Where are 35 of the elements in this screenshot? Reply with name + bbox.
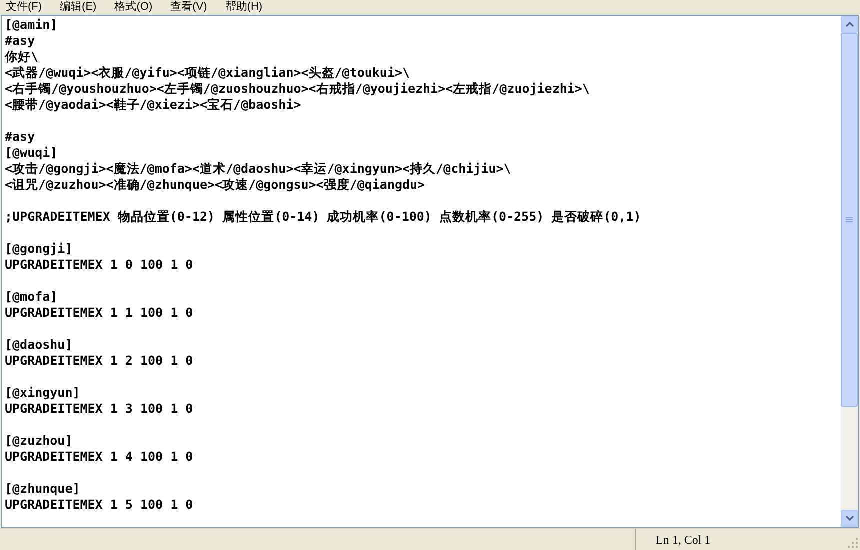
menu-item[interactable]: 帮助(H) [225, 1, 263, 14]
menu-item[interactable]: 查看(V) [170, 1, 208, 14]
text-line: ;UPGRADEITEMEX 物品位置(0-12) 属性位置(0-14) 成功机率(0-100) 点数机率(0-255) 是否破碎(0,1) [5, 209, 642, 225]
text-line: [@xingyun] [5, 385, 82, 401]
text-line: <诅咒/@zuzhou><准确/@zhunque><攻速/@gongsu><强度/@qiangdu> [5, 177, 426, 193]
text-line: [@wuqi] [5, 145, 59, 161]
text-line: #asy [5, 33, 36, 49]
text-line: 你好\ [5, 49, 40, 65]
vertical-scrollbar[interactable] [841, 16, 858, 527]
menu-item[interactable]: 格式(O) [114, 1, 153, 14]
text-line: <攻击/@gongji><魔法/@mofa><道术/@daoshu><幸运/@xingyun><持久/@chijiu>\ [5, 161, 512, 177]
menu-item[interactable]: 编辑(E) [60, 1, 97, 14]
cursor-position: Ln 1, Col 1 [656, 532, 711, 548]
scrollbar-thumb[interactable] [841, 33, 858, 407]
text-line: UPGRADEITEMEX 1 3 100 1 0 [5, 401, 194, 417]
text-line: UPGRADEITEMEX 1 2 100 1 0 [5, 353, 194, 369]
text-line: <右手镯/@youshouzhuo><左手镯/@zuoshouzhuo><右戒指/@youjiezhi><左戒指/@zuojiezhi>\ [5, 81, 591, 97]
text-line: [@zhunque] [5, 481, 82, 497]
scroll-down-button[interactable] [841, 510, 858, 527]
text-line: <腰带/@yaodai><鞋子/@xiezi><宝石/@baoshi> [5, 97, 302, 113]
text-line: [@amin] [5, 17, 59, 33]
text-line: UPGRADEITEMEX 1 0 100 1 0 [5, 257, 194, 273]
text-line: [@gongji] [5, 241, 74, 257]
text-line: UPGRADEITEMEX 1 1 100 1 0 [5, 305, 194, 321]
text-line: [@zuzhou] [5, 433, 74, 449]
scroll-up-button[interactable] [841, 16, 858, 33]
text-line: [@daoshu] [5, 337, 74, 353]
text-line: [@mofa] [5, 289, 59, 305]
text-line: #asy [5, 129, 36, 145]
text-line: <武器/@wuqi><衣服/@yifu><项链/@xianglian><头盔/@toukui>\ [5, 65, 412, 81]
resize-grip-icon[interactable] [847, 537, 858, 548]
menu-item[interactable]: 文件(F) [6, 1, 42, 14]
grip-icon [846, 216, 853, 224]
text-line: UPGRADEITEMEX 1 5 100 1 0 [5, 497, 194, 513]
text-line: UPGRADEITEMEX 1 4 100 1 0 [5, 449, 194, 465]
